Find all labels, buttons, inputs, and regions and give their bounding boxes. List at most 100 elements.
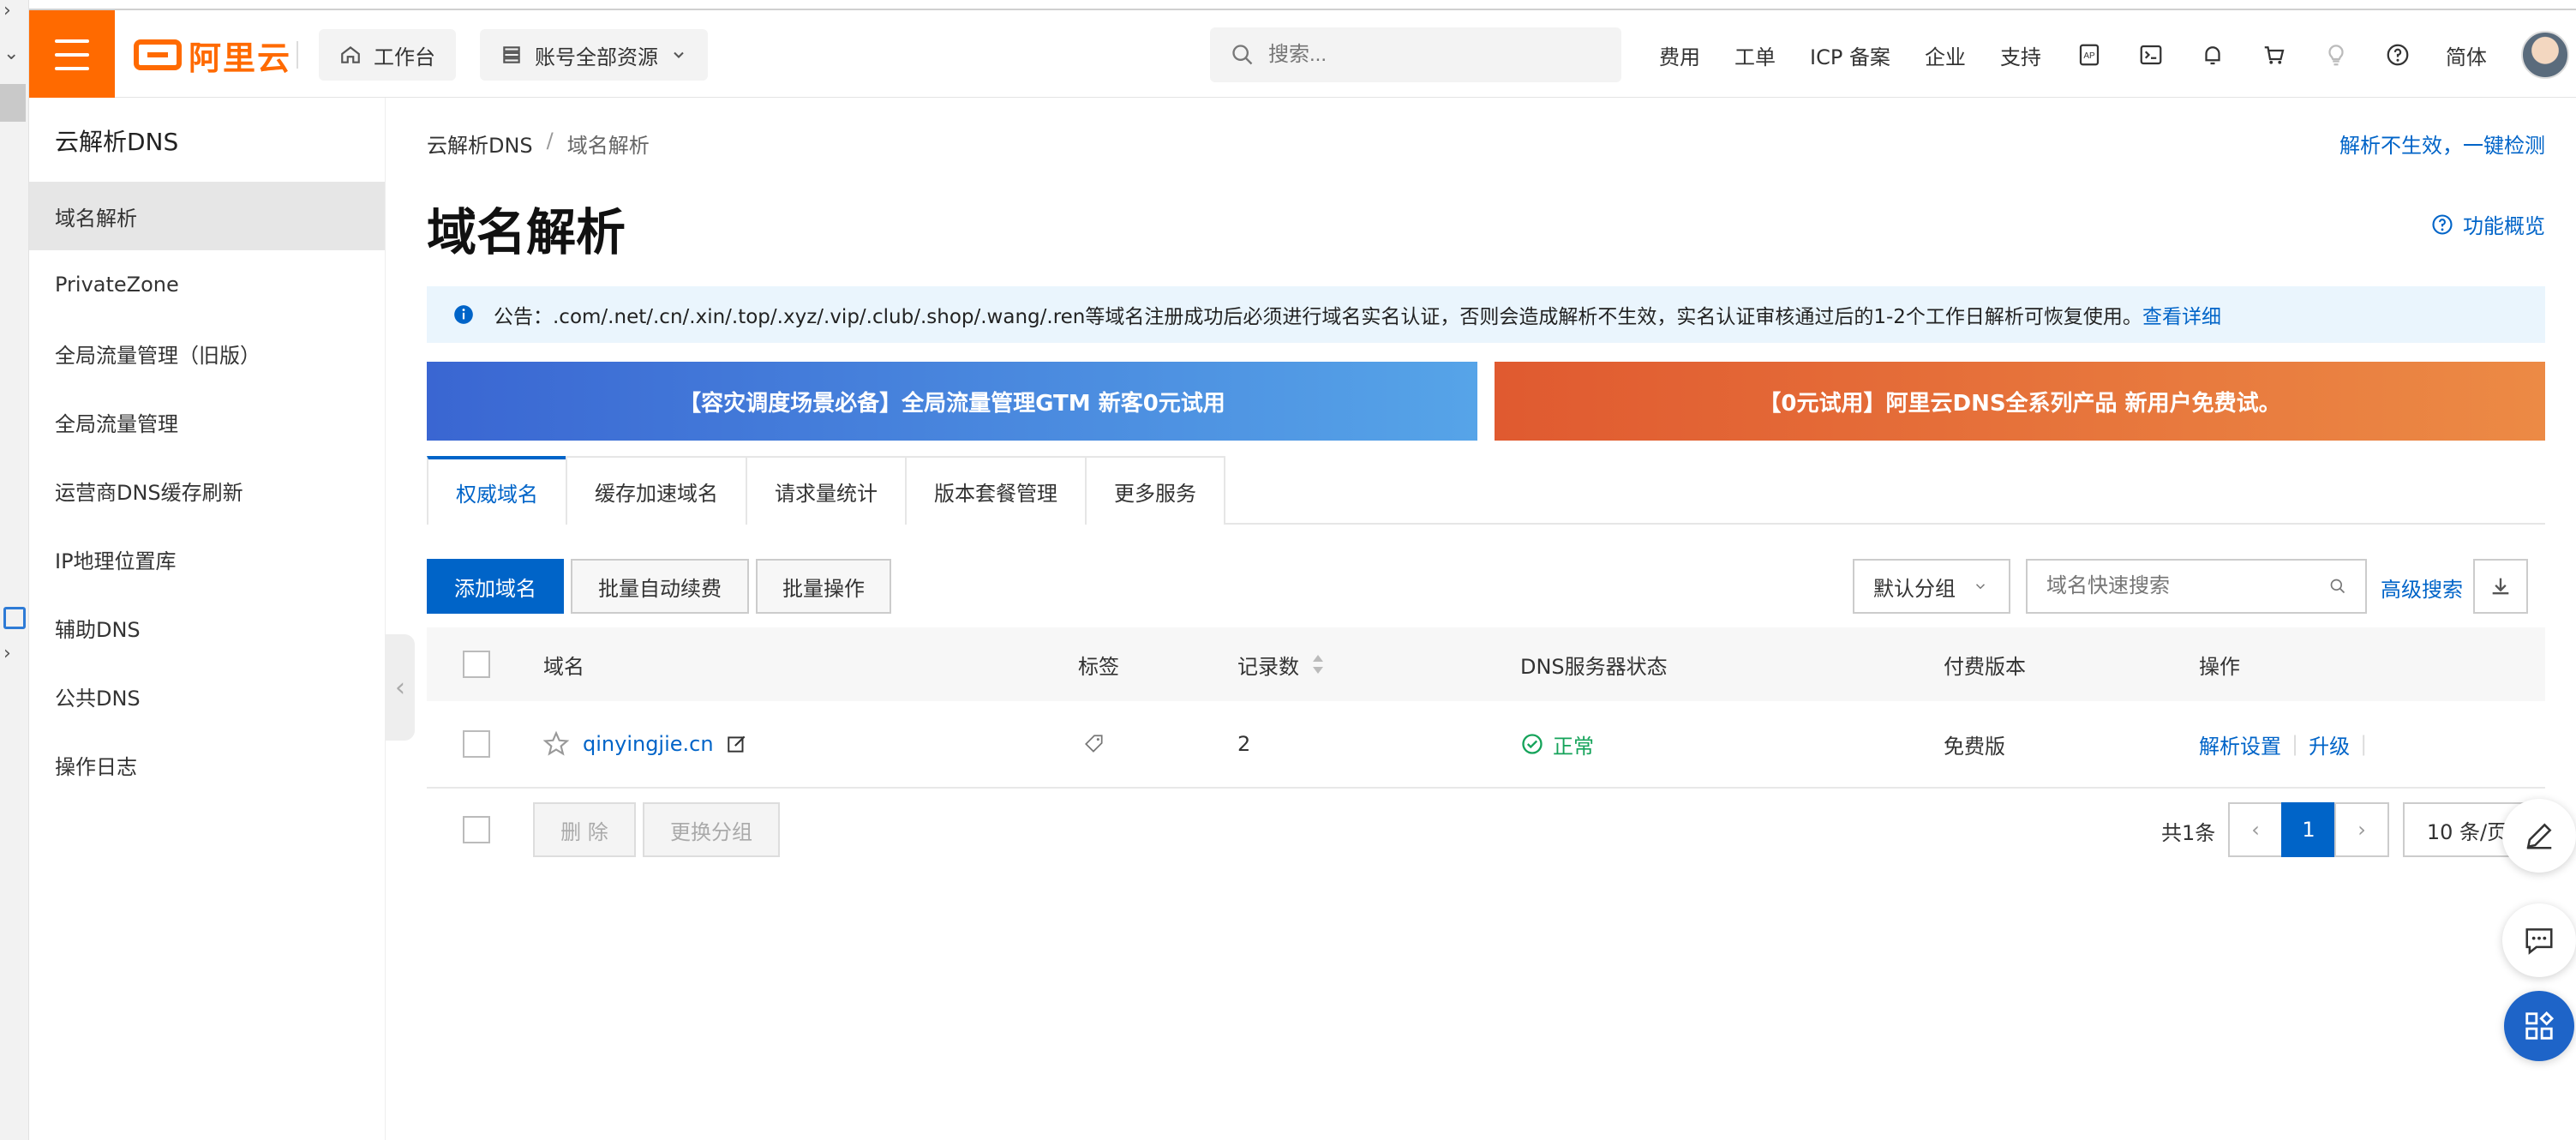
lightbulb-icon[interactable]: [2322, 41, 2350, 69]
tab-request-stats[interactable]: 请求量统计: [746, 456, 907, 525]
prev-page-button[interactable]: ‹: [2228, 802, 2283, 857]
global-search-input[interactable]: [1268, 43, 1594, 67]
sidebar: 云解析DNS 域名解析 PrivateZone 全局流量管理（旧版） 全局流量管…: [29, 98, 386, 1140]
sidebar-item-privatezone[interactable]: PrivateZone: [29, 250, 385, 319]
top-links: 费用 工单 ICP 备案 企业 支持 AP 简体: [1659, 10, 2569, 99]
domain-search-box[interactable]: [2026, 559, 2367, 614]
chevron-right-icon[interactable]: ›: [3, 0, 11, 21]
table-row: qinyingjie.cn 2 正常 免费版 解析设置 | 升级 |: [427, 701, 2545, 789]
terminal-icon[interactable]: [2137, 41, 2165, 69]
sidebar-item-domain-resolution[interactable]: 域名解析: [29, 182, 385, 250]
action-separator: |: [2360, 732, 2368, 756]
row-checkbox[interactable]: [463, 730, 490, 758]
grid-icon: [2525, 1011, 2555, 1040]
footer-select-checkbox[interactable]: [463, 816, 490, 843]
toolbar: 添加域名 批量自动续费 批量操作 默认分组 高级搜索: [427, 559, 2545, 614]
chat-button[interactable]: [2502, 903, 2576, 977]
breadcrumb-separator: /: [546, 129, 554, 153]
dns-status-text: 正常: [1553, 734, 1594, 759]
sidebar-item-secondary-dns[interactable]: 辅助DNS: [29, 593, 385, 662]
advanced-search-link[interactable]: 高级搜索: [2381, 573, 2463, 603]
resolution-settings-link[interactable]: 解析设置: [2199, 729, 2281, 759]
overview-link[interactable]: 功能概览: [2430, 209, 2545, 239]
table-footer: 删 除 更换分组 共1条 ‹ 1 › 10 条/页: [427, 802, 2545, 857]
language-switch[interactable]: 简体: [2446, 40, 2487, 70]
select-all-checkbox[interactable]: [463, 651, 490, 678]
record-count: 2: [1237, 732, 1251, 756]
bell-icon[interactable]: [2199, 41, 2226, 69]
batch-renew-button[interactable]: 批量自动续费: [571, 559, 749, 614]
tab-authoritative-domains[interactable]: 权威域名: [427, 456, 567, 525]
chevron-down-icon: [674, 51, 684, 58]
sidebar-item-operation-log[interactable]: 操作日志: [29, 730, 385, 799]
cart-icon[interactable]: [2261, 41, 2288, 69]
dns-trial-banner[interactable]: 【0元试用】阿里云DNS全系列产品 新用户免费试。: [1495, 362, 2545, 441]
link-billing[interactable]: 费用: [1659, 40, 1700, 70]
notice-bar: 公告：.com/.net/.cn/.xin/.top/.xyz/.vip/.cl…: [427, 286, 2545, 343]
aliyun-logo[interactable]: 阿里云: [134, 36, 291, 77]
sidebar-item-public-dns[interactable]: 公共DNS: [29, 662, 385, 730]
column-domain: 域名: [543, 654, 584, 679]
group-select[interactable]: 默认分组: [1853, 559, 2010, 614]
column-records[interactable]: 记录数: [1237, 627, 1325, 701]
link-enterprise[interactable]: 企业: [1925, 40, 1966, 70]
star-icon[interactable]: [542, 729, 571, 759]
change-group-button[interactable]: 更换分组: [643, 802, 780, 857]
next-page-button[interactable]: ›: [2334, 802, 2389, 857]
sidebar-item-cache-refresh[interactable]: 运营商DNS缓存刷新: [29, 456, 385, 525]
sidebar-item-ip-geo[interactable]: IP地理位置库: [29, 525, 385, 593]
windows-icon[interactable]: [3, 607, 26, 629]
feedback-edit-button[interactable]: [2502, 799, 2576, 873]
notice-detail-link[interactable]: 查看详细: [2142, 306, 2221, 328]
add-domain-button[interactable]: 添加域名: [427, 559, 564, 614]
sidebar-item-gtm[interactable]: 全局流量管理: [29, 387, 385, 456]
domain-search-input[interactable]: [2046, 574, 2312, 598]
chat-icon: [2525, 928, 2553, 955]
apps-button[interactable]: [2504, 991, 2574, 1061]
sidebar-collapse-toggle[interactable]: ‹: [386, 634, 415, 741]
link-support[interactable]: 支持: [2000, 40, 2041, 70]
notice-text: 公告：.com/.net/.cn/.xin/.top/.xyz/.vip/.cl…: [494, 306, 2142, 328]
dns-trial-text: 【0元试用】阿里云DNS全系列产品 新用户免费试。: [1758, 390, 2281, 417]
breadcrumb-root[interactable]: 云解析DNS: [427, 129, 533, 159]
upgrade-link[interactable]: 升级: [2309, 729, 2350, 759]
top-navigation-bar: 阿里云 工作台 账号全部资源 费用 工单 ICP 备案 企业 支持 AP: [29, 9, 2576, 99]
browser-edge-strip: › ⌄ ›: [0, 0, 29, 1140]
breadcrumb-current: 域名解析: [566, 134, 650, 158]
edit-icon[interactable]: [726, 733, 748, 755]
group-select-value: 默认分组: [1873, 576, 1956, 601]
download-button[interactable]: [2473, 559, 2528, 614]
tab-more-services[interactable]: 更多服务: [1085, 456, 1225, 525]
user-avatar[interactable]: [2520, 31, 2569, 79]
page-1-button[interactable]: 1: [2281, 802, 2336, 857]
resources-dropdown[interactable]: 账号全部资源: [480, 29, 708, 81]
chevron-down-icon[interactable]: ⌄: [3, 43, 19, 64]
chevron-left-icon: ‹: [2251, 818, 2260, 842]
workbench-button[interactable]: 工作台: [319, 29, 456, 81]
delete-button[interactable]: 删 除: [533, 802, 636, 857]
column-dns-status: DNS服务器状态: [1520, 654, 1668, 679]
breadcrumb: 云解析DNS / 域名解析: [427, 129, 650, 159]
link-icp[interactable]: ICP 备案: [1810, 40, 1890, 70]
resources-label: 账号全部资源: [535, 45, 658, 69]
logo-text: 阿里云: [189, 39, 292, 77]
tab-plan-management[interactable]: 版本套餐管理: [905, 456, 1087, 525]
search-icon[interactable]: [2329, 575, 2346, 597]
menu-button[interactable]: [29, 10, 115, 99]
info-icon: [454, 305, 473, 324]
sidebar-title: 云解析DNS: [55, 128, 179, 156]
gtm-promo-banner[interactable]: 【容灾调度场景必备】全局流量管理GTM 新客0元试用: [427, 362, 1477, 441]
link-ticket[interactable]: 工单: [1734, 40, 1776, 70]
sidebar-item-gtm-legacy[interactable]: 全局流量管理（旧版）: [29, 319, 385, 387]
help-icon[interactable]: [2384, 41, 2411, 69]
chevron-right-icon[interactable]: ›: [3, 643, 11, 664]
app-icon[interactable]: AP: [2076, 41, 2103, 69]
tag-icon[interactable]: [1083, 733, 1105, 755]
batch-operation-button[interactable]: 批量操作: [756, 559, 891, 614]
dns-status: 正常: [1520, 701, 1594, 787]
resolution-check-link[interactable]: 解析不生效，一键检测: [2339, 129, 2545, 159]
tab-cache-accel-domains[interactable]: 缓存加速域名: [566, 456, 747, 525]
home-icon: [341, 45, 360, 63]
domain-name-link[interactable]: qinyingjie.cn: [583, 732, 714, 756]
global-search[interactable]: [1210, 27, 1621, 82]
